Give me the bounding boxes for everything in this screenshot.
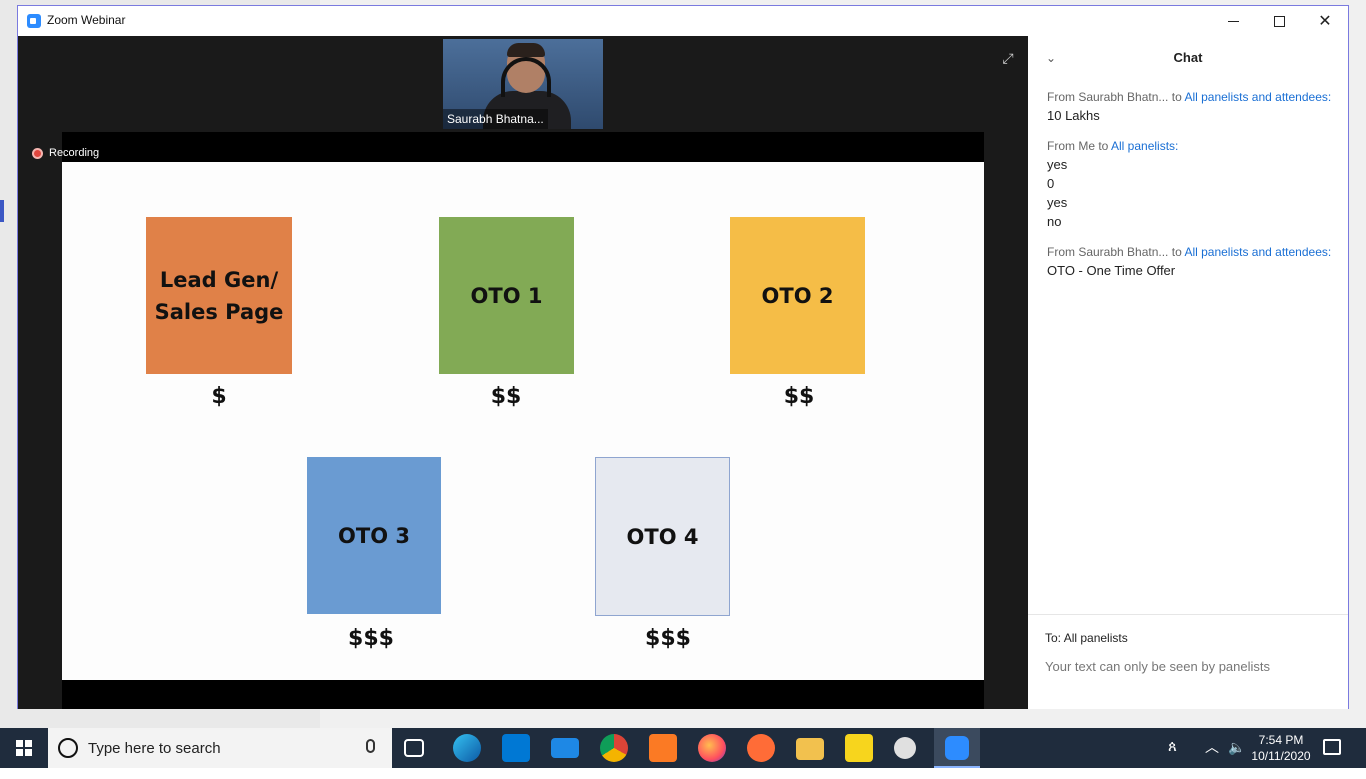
postman-icon[interactable] xyxy=(747,734,775,762)
chat-message-text: OTO - One Time Offer xyxy=(1047,263,1176,278)
taskbar: Type here to search ጰ ︿ 🔈 7:54 PM 10/11/… xyxy=(0,728,1366,768)
slide-price: $ xyxy=(211,384,227,409)
close-icon: ✕ xyxy=(1318,13,1332,30)
window-title: Zoom Webinar xyxy=(47,13,126,27)
recipient-selector[interactable]: To: All panelists xyxy=(1045,631,1128,645)
background-accent xyxy=(0,200,4,222)
chat-panel: ⌄ Chat From Saurabh Bhatn... to All pane… xyxy=(1028,36,1348,709)
recording-label: Recording xyxy=(49,147,100,159)
video-stage: Saurabh Bhatna... ⤢ Recording Lead Gen/ … xyxy=(18,36,1028,709)
chrome-icon[interactable] xyxy=(600,734,628,762)
chat-message-text: no xyxy=(1047,214,1062,229)
chat-message-text: yes xyxy=(1047,195,1068,210)
maximize-button[interactable] xyxy=(1256,6,1302,36)
to-value: All panelists xyxy=(1063,631,1128,645)
slide-box-oto-2: OTO 2 xyxy=(730,217,865,374)
close-button[interactable]: ✕ xyxy=(1302,6,1348,36)
store-icon[interactable] xyxy=(502,734,530,762)
slide-price: $$ xyxy=(490,384,522,409)
chat-message-header: From Saurabh Bhatn... to All panelists a… xyxy=(1047,245,1331,259)
search-icon xyxy=(58,738,78,758)
minimize-icon xyxy=(1227,20,1239,22)
slide-box-oto-1: OTO 1 xyxy=(439,217,574,374)
message-to: to xyxy=(1171,245,1182,259)
maximize-icon xyxy=(1273,15,1285,27)
windows-logo-icon xyxy=(16,740,32,756)
title-bar: Zoom Webinar ✕ xyxy=(18,6,1348,36)
start-button[interactable] xyxy=(0,728,48,768)
file-explorer-icon[interactable] xyxy=(796,738,824,760)
volume-icon[interactable]: 🔈 xyxy=(1228,739,1245,779)
chevron-up-icon[interactable]: ︿ xyxy=(1205,737,1219,777)
chat-input[interactable]: Your text can only be seen by panelists xyxy=(1045,659,1270,674)
message-sender: From Me to xyxy=(1047,139,1109,153)
sticky-notes-icon[interactable] xyxy=(845,734,873,762)
message-target: All panelists: xyxy=(1111,139,1179,153)
taskbar-zoom-active[interactable] xyxy=(934,728,980,768)
task-view-icon[interactable] xyxy=(404,739,424,757)
chat-message-header: From Saurabh Bhatn... to All panelists a… xyxy=(1047,90,1331,104)
message-target: All panelists and attendees: xyxy=(1184,245,1332,259)
slide-price: $$$ xyxy=(348,626,394,651)
message-sender: From Saurabh Bhatn... xyxy=(1047,90,1169,104)
taskbar-search[interactable]: Type here to search xyxy=(48,728,392,768)
notification-icon[interactable] xyxy=(1323,739,1341,755)
expand-icon[interactable]: ⤢ xyxy=(1000,50,1016,66)
slide-price: $$ xyxy=(783,384,815,409)
shared-slide: Lead Gen/ Sales Page $ OTO 1 $$ OTO 2 $$… xyxy=(62,162,984,680)
slide-price: $$$ xyxy=(645,626,691,651)
minimize-button[interactable] xyxy=(1210,6,1256,36)
search-placeholder: Type here to search xyxy=(88,740,221,757)
clock-date: 10/11/2020 xyxy=(1251,749,1311,763)
to-label: To: xyxy=(1045,631,1062,645)
message-to: to xyxy=(1171,90,1182,104)
chat-message-text: 0 xyxy=(1047,176,1055,191)
taskbar-clock[interactable]: 7:54 PM 10/11/2020 xyxy=(1246,732,1316,764)
speaker-hair xyxy=(507,43,545,57)
mail-icon[interactable] xyxy=(551,738,579,758)
speaker-name: Saurabh Bhatna... xyxy=(443,109,548,129)
microphone-icon[interactable] xyxy=(366,739,375,753)
slide-box-lead-gen: Lead Gen/ Sales Page xyxy=(146,217,292,374)
chat-header: ⌄ Chat xyxy=(1028,36,1348,80)
chat-message-text: 10 Lakhs xyxy=(1047,108,1100,123)
chat-message-text: yes xyxy=(1047,157,1068,172)
slide-box-oto-3: OTO 3 xyxy=(307,457,441,614)
chat-title: Chat xyxy=(1173,50,1203,65)
edge-browser-icon[interactable] xyxy=(453,734,481,762)
xampp-icon[interactable] xyxy=(649,734,677,762)
zoom-webinar-window: Zoom Webinar ✕ Saurabh Bhatna... ⤢ Recor… xyxy=(17,5,1349,709)
message-sender: From Saurabh Bhatn... xyxy=(1047,245,1169,259)
slide-box-oto-4: OTO 4 xyxy=(595,457,730,616)
recording-indicator: Recording xyxy=(32,147,99,159)
chat-footer: To: All panelists Your text can only be … xyxy=(1028,614,1348,709)
firefox-icon[interactable] xyxy=(698,734,726,762)
recording-dot-icon xyxy=(32,147,43,159)
settings-gear-icon[interactable] xyxy=(894,737,916,759)
people-icon[interactable]: ጰ xyxy=(1168,738,1177,778)
zoom-logo-icon xyxy=(27,14,41,28)
clock-time: 7:54 PM xyxy=(1258,733,1304,747)
zoom-app-icon xyxy=(945,736,969,760)
chat-message-header: From Me to All panelists: xyxy=(1047,139,1178,153)
speaker-video-tile[interactable]: Saurabh Bhatna... xyxy=(443,39,603,129)
message-target: All panelists and attendees: xyxy=(1184,90,1332,104)
